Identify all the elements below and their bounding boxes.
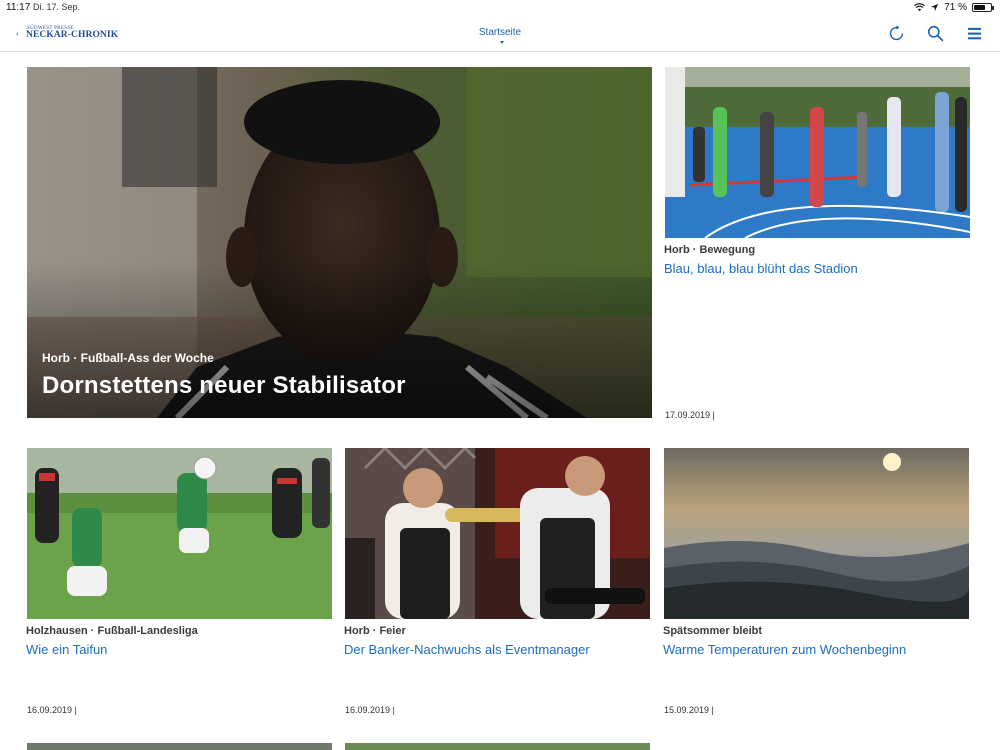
article-image [664, 448, 969, 619]
status-right: 71 % [914, 2, 994, 13]
section-title[interactable]: Startseite [0, 27, 1000, 38]
article-headline[interactable]: Der Banker-Nachwuchs als Eventmanager [344, 642, 590, 657]
article-date: 17.09.2019 | [665, 410, 715, 420]
article-image [345, 448, 650, 619]
status-time: 11:17 [6, 2, 31, 13]
article-headline[interactable]: Wie ein Taifun [26, 642, 107, 657]
wifi-icon [914, 3, 926, 12]
hero-meta: Horb · Fußball-Ass der Woche [42, 351, 214, 365]
article-image-partial[interactable] [27, 743, 332, 750]
article-card[interactable]: Horb · Bewegung Blau, blau, blau blüht d… [664, 67, 970, 427]
article-meta: Horb · Feier [344, 625, 406, 637]
chevron-down-icon[interactable] [500, 41, 504, 44]
article-headline[interactable]: Warme Temperaturen zum Wochenbeginn [663, 642, 906, 657]
article-image-partial[interactable] [345, 743, 650, 750]
article-card[interactable]: Spätsommer bleibt Warme Temperaturen zum… [663, 448, 969, 718]
article-meta: Holzhausen · Fußball-Landesliga [26, 625, 198, 637]
article-headline[interactable]: Blau, blau, blau blüht das Stadion [664, 261, 858, 276]
menu-icon[interactable] [965, 24, 984, 43]
battery-icon [972, 3, 994, 12]
battery-percent: 71 % [944, 2, 967, 13]
article-card[interactable]: Horb · Feier Der Banker-Nachwuchs als Ev… [344, 448, 650, 718]
location-icon [931, 3, 939, 12]
article-meta: Spätsommer bleibt [663, 625, 763, 637]
article-image [665, 67, 970, 238]
status-bar: 11:17 Di. 17. Sep. 71 % [0, 0, 1000, 16]
article-image [27, 448, 332, 619]
search-icon[interactable] [926, 24, 945, 43]
article-date: 15.09.2019 | [664, 705, 714, 715]
status-date: Di. 17. Sep. [33, 2, 81, 12]
hero-title[interactable]: Dornstettens neuer Stabilisator [42, 372, 406, 400]
article-meta: Horb · Bewegung [664, 244, 756, 256]
hero-article-card[interactable]: Horb · Fußball-Ass der Woche Dornstetten… [27, 67, 652, 418]
refresh-icon[interactable] [887, 24, 906, 43]
article-date: 16.09.2019 | [27, 705, 77, 715]
hero-image [27, 67, 652, 418]
article-date: 16.09.2019 | [345, 705, 395, 715]
nav-actions [887, 24, 984, 43]
nav-bar: ‹ SÜDWEST PRESSE NECKAR-CHRONIK Startsei… [0, 16, 1000, 52]
article-card[interactable]: Holzhausen · Fußball-Landesliga Wie ein … [26, 448, 332, 718]
